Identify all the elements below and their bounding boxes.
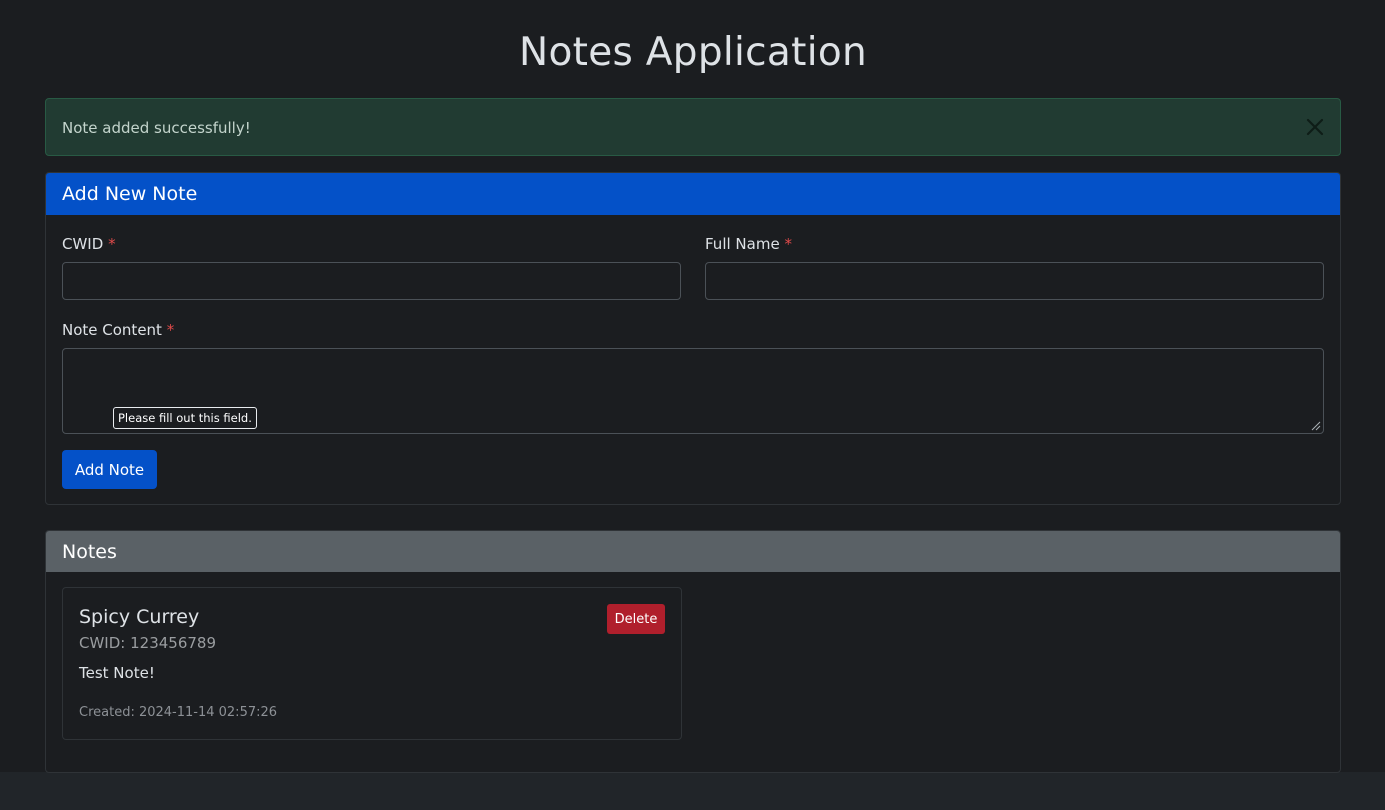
note-content: Test Note! xyxy=(79,664,155,682)
resize-grip-icon[interactable] xyxy=(1309,419,1321,431)
note-content-label: Note Content * xyxy=(62,321,175,339)
add-note-header: Add New Note xyxy=(46,173,1340,215)
cwid-input[interactable] xyxy=(62,262,681,300)
required-mark: * xyxy=(166,321,175,339)
close-icon[interactable] xyxy=(1303,115,1327,139)
note-name: Spicy Currey xyxy=(79,606,200,628)
required-mark: * xyxy=(784,235,792,253)
page-title: Notes Application xyxy=(518,30,868,75)
validation-tooltip: Please fill out this field. xyxy=(113,407,257,429)
note-created-timestamp: Created: 2024-11-14 02:57:26 xyxy=(79,705,278,720)
notes-card: Notes Spicy Currey CWID: 123456789 Test … xyxy=(45,530,1341,773)
full-name-input[interactable] xyxy=(705,262,1324,300)
delete-note-button[interactable]: Delete xyxy=(607,604,665,634)
success-alert: Note added successfully! xyxy=(45,98,1341,156)
note-item: Spicy Currey CWID: 123456789 Test Note! … xyxy=(62,587,682,740)
required-mark: * xyxy=(108,235,116,253)
alert-message: Note added successfully! xyxy=(62,119,251,137)
full-name-label: Full Name * xyxy=(705,235,792,253)
cwid-label: CWID * xyxy=(62,235,116,253)
notes-header: Notes xyxy=(46,531,1340,572)
add-note-card: Add New Note CWID * Full Name * Note Con… xyxy=(45,172,1341,505)
note-cwid: CWID: 123456789 xyxy=(79,634,216,652)
add-note-button[interactable]: Add Note xyxy=(62,450,157,489)
